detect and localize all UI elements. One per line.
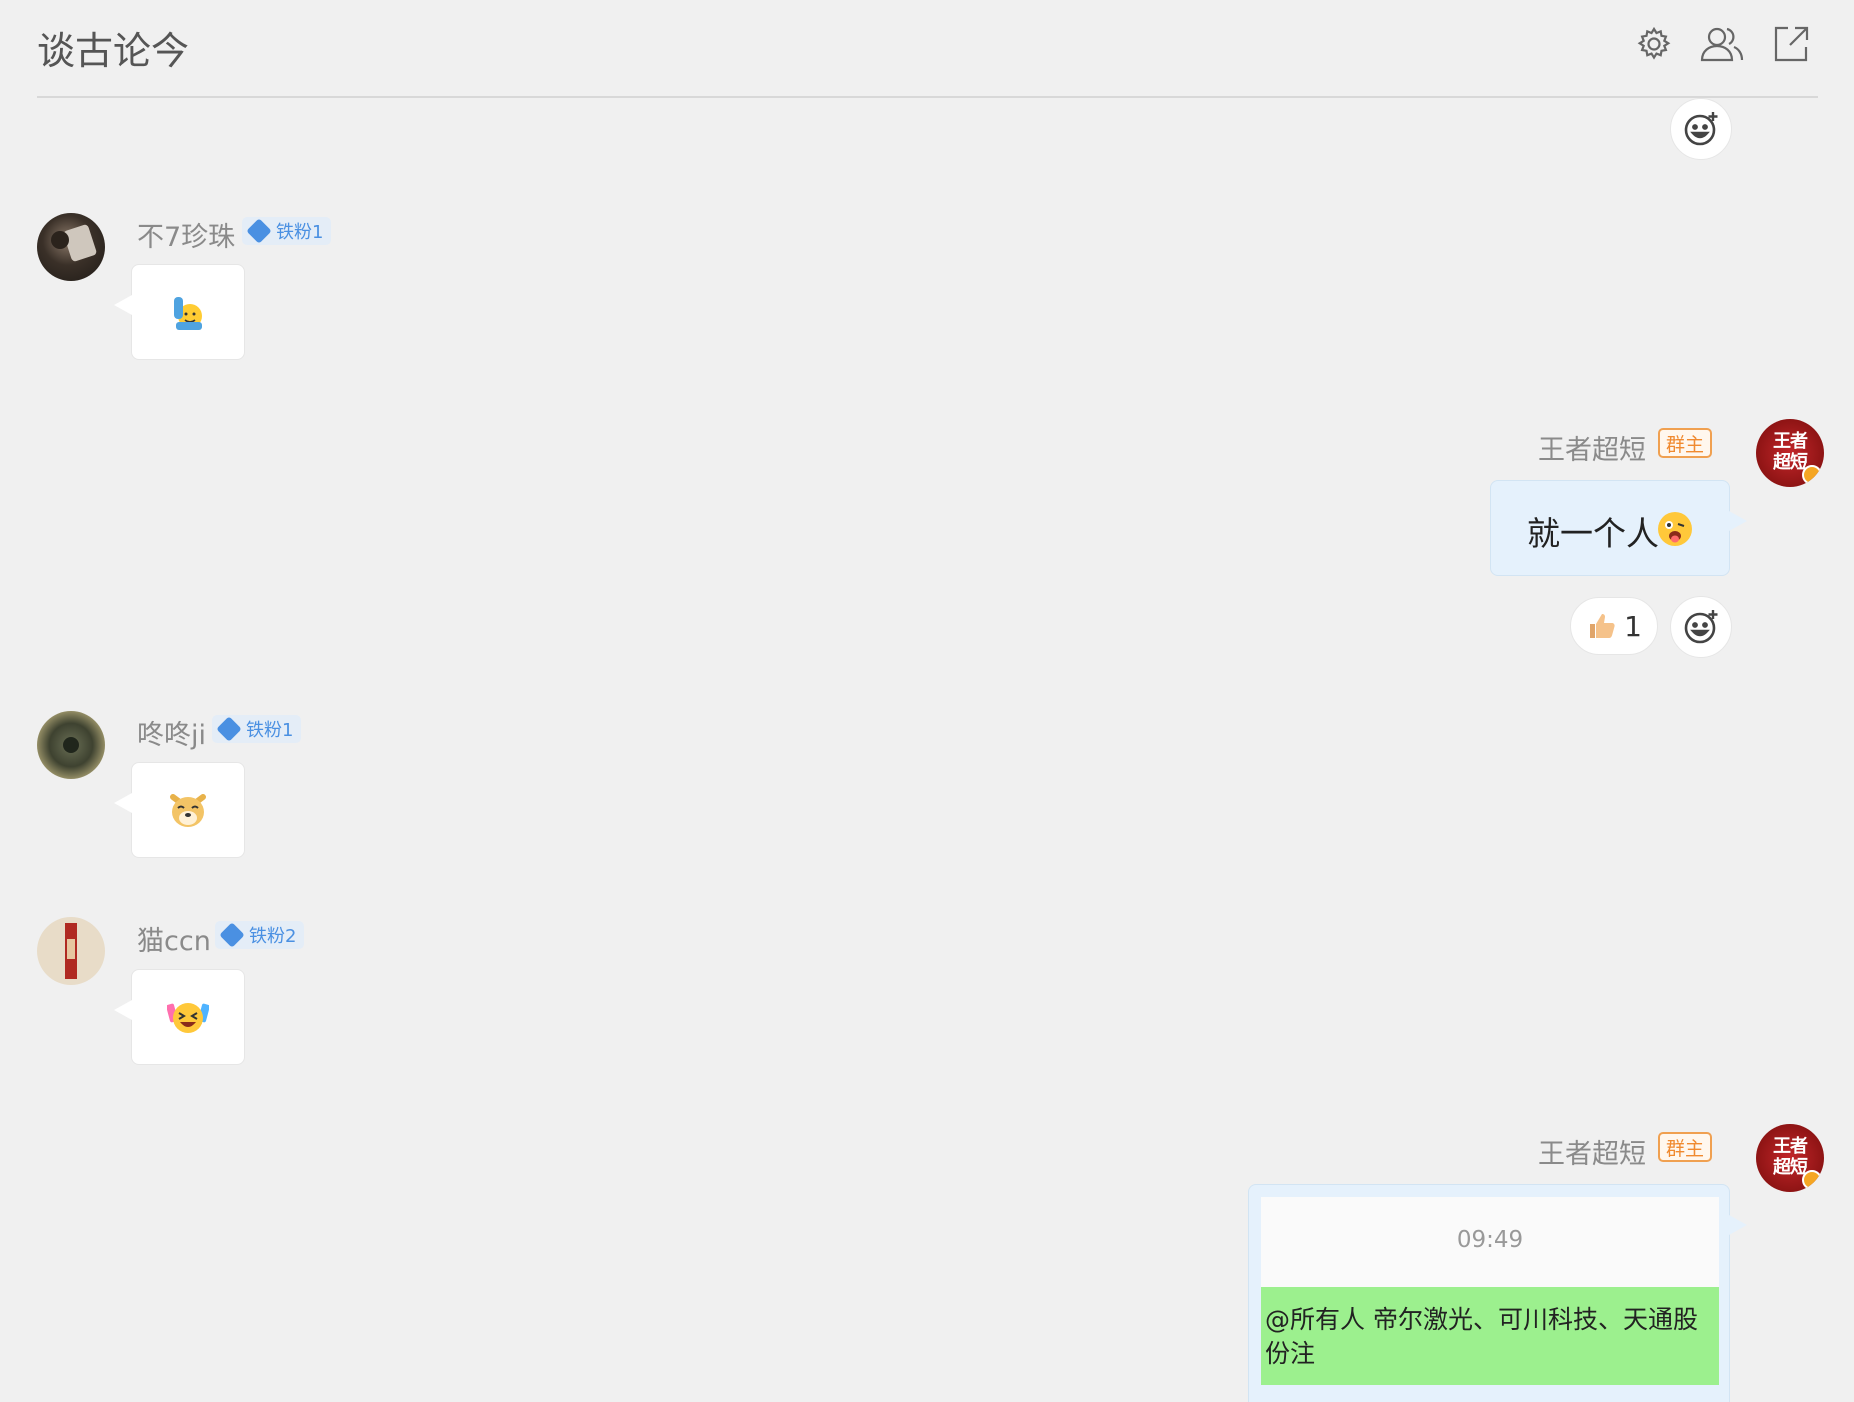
sender-name[interactable]: 王者超短	[1538, 428, 1646, 467]
raise-hand-emoji-icon	[174, 297, 202, 330]
fan-badge-label: 铁粉2	[249, 926, 297, 947]
crying-laugh-emoji-icon	[167, 1003, 209, 1033]
owner-avatar[interactable]: 王者超短	[1756, 1124, 1824, 1192]
owner-badge: 群主	[1658, 1132, 1713, 1162]
sender-name[interactable]: 咚咚ji	[137, 713, 206, 752]
owner-badge: 群主	[1658, 428, 1713, 458]
diamond-icon	[216, 716, 242, 742]
fan-badge: 铁粉1	[212, 715, 302, 743]
fan-badge: 铁粉2	[215, 921, 305, 949]
smiley-plus-icon	[1684, 112, 1718, 146]
screenshot-text: @所有人 帝尔激光、可川科技、天通股份注	[1265, 1305, 1698, 1368]
fan-badge-label: 铁粉1	[276, 222, 324, 243]
chat-title: 谈古论今	[37, 29, 190, 73]
message-bubble[interactable]	[114, 264, 245, 360]
smiley-plus-icon	[1684, 610, 1718, 644]
thumbs-up-icon	[1590, 614, 1615, 638]
pop-out-icon[interactable]	[1771, 24, 1811, 64]
gear-icon[interactable]	[1634, 24, 1674, 64]
avatar[interactable]	[37, 213, 105, 281]
fan-badge: 铁粉1	[242, 217, 332, 245]
doge-emoji-icon	[170, 794, 206, 827]
sender-name[interactable]: 猫ccn	[137, 919, 211, 958]
owner-avatar[interactable]: 王者超短	[1756, 419, 1824, 487]
diamond-icon	[219, 922, 245, 948]
chat-header: 谈古论今	[37, 0, 1818, 98]
screenshot-time: 09:49	[1456, 1227, 1524, 1253]
reaction-chip[interactable]: 1	[1570, 597, 1658, 655]
reaction-count: 1	[1624, 609, 1642, 643]
message-bubble[interactable]	[114, 969, 245, 1065]
add-reaction-button[interactable]	[1670, 596, 1732, 658]
members-icon[interactable]	[1699, 24, 1745, 64]
image-message-bubble[interactable]: 09:49 @所有人 帝尔激光、可川科技、天通股份注	[1248, 1184, 1747, 1402]
add-reaction-button[interactable]	[1670, 98, 1732, 160]
fan-badge-label: 铁粉1	[246, 720, 294, 741]
screenshot-image[interactable]: 09:49 @所有人 帝尔激光、可川科技、天通股份注	[1261, 1197, 1719, 1385]
message-bubble[interactable]	[114, 762, 245, 858]
highlight-block: @所有人 帝尔激光、可川科技、天通股份注	[1261, 1287, 1719, 1385]
silly-face-emoji-icon	[1658, 512, 1692, 546]
message-text: 就一个人	[1527, 514, 1659, 553]
avatar[interactable]	[37, 917, 105, 985]
sender-name[interactable]: 王者超短	[1538, 1132, 1646, 1171]
diamond-icon	[246, 218, 272, 244]
sender-name[interactable]: 不7珍珠	[137, 215, 235, 254]
avatar[interactable]	[37, 711, 105, 779]
message-bubble[interactable]: 就一个人	[1490, 480, 1747, 576]
